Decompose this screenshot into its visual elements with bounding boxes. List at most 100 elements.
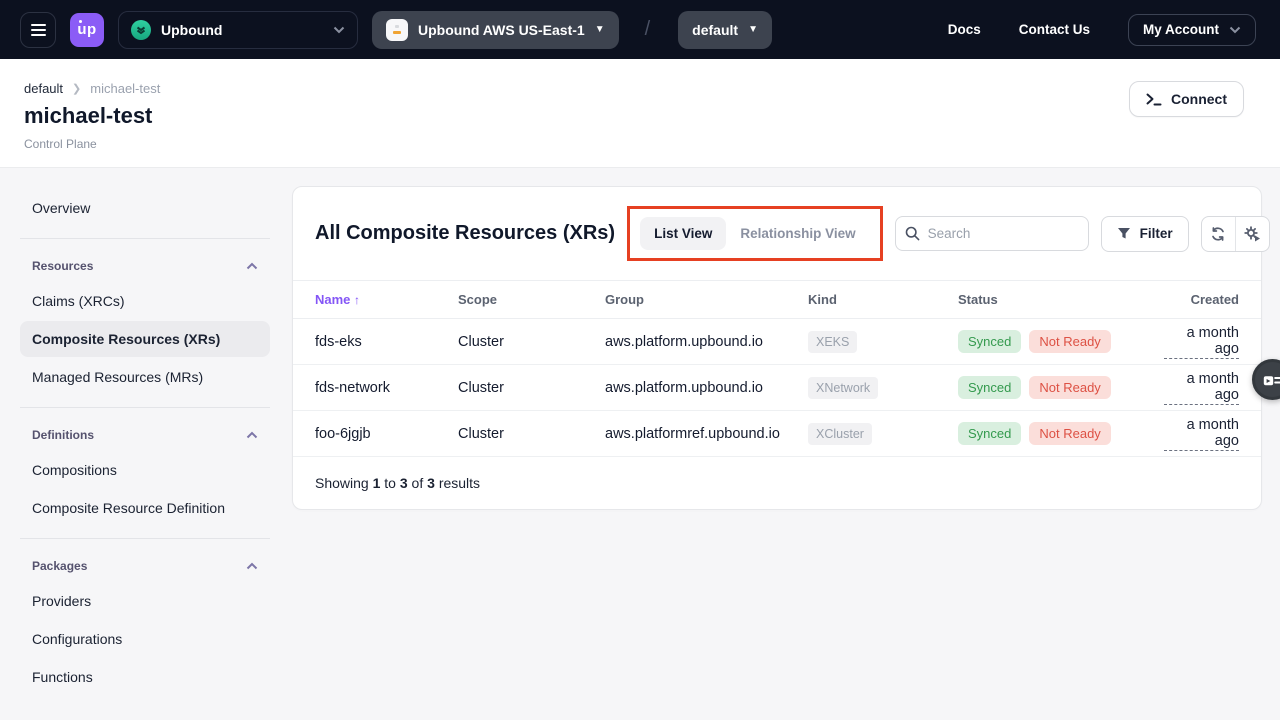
chevron-up-icon — [246, 562, 258, 570]
results-total: 3 — [427, 475, 435, 491]
chevron-up-icon — [246, 431, 258, 439]
created-timestamp[interactable]: a month ago — [1164, 371, 1239, 405]
refresh-button[interactable] — [1202, 217, 1235, 251]
content-area: Overview Resources Claims (XRCs) Composi… — [0, 168, 1280, 697]
status-badge-synced: Synced — [958, 330, 1021, 353]
upbound-logo[interactable]: up — [70, 13, 104, 47]
sidebar-item-claims[interactable]: Claims (XRCs) — [20, 283, 270, 319]
status-badge-not-ready: Not Ready — [1029, 376, 1110, 399]
navbar-right: Docs Contact Us My Account — [948, 14, 1256, 46]
list-view-tab[interactable]: List View — [640, 217, 726, 250]
sort-ascending-icon: ↑ — [354, 293, 360, 307]
sidebar-section-definitions[interactable]: Definitions — [20, 420, 270, 450]
filter-button[interactable]: Filter — [1101, 216, 1189, 252]
annotation-icon — [1263, 372, 1280, 387]
divider — [20, 407, 270, 408]
divider — [20, 538, 270, 539]
cell-name[interactable]: fds-eks — [315, 334, 458, 350]
gear-play-icon — [1244, 226, 1261, 242]
sidebar-section-resources[interactable]: Resources — [20, 251, 270, 281]
card-title: All Composite Resources (XRs) — [315, 222, 615, 245]
hamburger-menu-button[interactable] — [20, 12, 56, 48]
chevron-up-icon — [246, 262, 258, 270]
page-header: default ❯ michael-test michael-test Cont… — [0, 59, 1280, 168]
docs-link[interactable]: Docs — [948, 22, 981, 37]
breadcrumb-michael-test: michael-test — [90, 81, 160, 96]
created-timestamp[interactable]: a month ago — [1164, 417, 1239, 451]
top-navbar: up Upbound Upbound AWS US-East-1 ▼ / def… — [0, 0, 1280, 59]
composite-resources-card: All Composite Resources (XRs) List View … — [292, 186, 1262, 510]
sidebar-section-packages[interactable]: Packages — [20, 551, 270, 581]
breadcrumb-chevron-icon: ❯ — [72, 82, 81, 95]
column-header-scope[interactable]: Scope — [458, 292, 605, 307]
chevron-down-icon — [333, 26, 345, 34]
connect-label: Connect — [1171, 91, 1227, 107]
group-dropdown[interactable]: default ▼ — [678, 11, 772, 49]
logo-text: up — [77, 21, 96, 38]
status-badge-synced: Synced — [958, 422, 1021, 445]
page-subtitle: Control Plane — [24, 137, 1244, 151]
cell-scope: Cluster — [458, 426, 605, 442]
search-input[interactable] — [895, 216, 1089, 251]
hamburger-icon — [31, 24, 46, 26]
organization-avatar-icon — [131, 20, 151, 40]
refresh-icon — [1210, 226, 1226, 242]
breadcrumb-default[interactable]: default — [24, 81, 63, 96]
table-results-summary: Showing 1 to 3 of 3 results — [293, 457, 1261, 509]
sidebar-item-functions[interactable]: Functions — [20, 659, 270, 695]
my-account-dropdown[interactable]: My Account — [1128, 14, 1256, 46]
status-badge-not-ready: Not Ready — [1029, 422, 1110, 445]
table-header-row: Name ↑ Scope Group Kind Status Created — [293, 280, 1261, 319]
organization-dropdown[interactable]: Upbound — [118, 11, 358, 49]
table-row[interactable]: fds-network Cluster aws.platform.upbound… — [293, 365, 1261, 411]
control-plane-icon — [386, 19, 408, 41]
organization-name: Upbound — [161, 22, 323, 38]
sidebar-item-xrd[interactable]: Composite Resource Definition — [20, 490, 270, 526]
status-badge-synced: Synced — [958, 376, 1021, 399]
filter-funnel-icon — [1117, 227, 1131, 240]
sidebar-item-overview[interactable]: Overview — [20, 190, 270, 226]
page-title: michael-test — [24, 103, 1244, 129]
filter-label: Filter — [1140, 226, 1173, 241]
logo-dot — [79, 20, 82, 23]
divider — [20, 238, 270, 239]
navbar-left: up Upbound Upbound AWS US-East-1 ▼ / def… — [20, 11, 772, 49]
results-from: 1 — [373, 475, 381, 491]
breadcrumb: default ❯ michael-test — [24, 81, 1244, 96]
sidebar-item-providers[interactable]: Providers — [20, 583, 270, 619]
sidebar-item-managed-resources[interactable]: Managed Resources (MRs) — [20, 359, 270, 395]
search-icon — [905, 226, 920, 241]
my-account-label: My Account — [1143, 22, 1219, 37]
column-header-kind[interactable]: Kind — [808, 292, 958, 307]
table-row[interactable]: foo-6jgjb Cluster aws.platformref.upboun… — [293, 411, 1261, 457]
column-header-status[interactable]: Status — [958, 292, 1164, 307]
section-title: Packages — [32, 559, 87, 573]
caret-down-icon: ▼ — [748, 24, 758, 35]
cell-name[interactable]: foo-6jgjb — [315, 426, 458, 442]
cell-group: aws.platform.upbound.io — [605, 380, 808, 396]
chevron-down-icon — [1229, 26, 1241, 34]
sidebar-item-compositions[interactable]: Compositions — [20, 452, 270, 488]
table-row[interactable]: fds-eks Cluster aws.platform.upbound.io … — [293, 319, 1261, 365]
created-timestamp[interactable]: a month ago — [1164, 325, 1239, 359]
cell-scope: Cluster — [458, 334, 605, 350]
column-header-name[interactable]: Name ↑ — [315, 292, 458, 307]
control-plane-dropdown[interactable]: Upbound AWS US-East-1 ▼ — [372, 11, 619, 49]
status-badge-not-ready: Not Ready — [1029, 330, 1110, 353]
pipeline-run-button[interactable] — [1236, 217, 1269, 251]
sidebar-item-configurations[interactable]: Configurations — [20, 621, 270, 657]
cell-group: aws.platform.upbound.io — [605, 334, 808, 350]
control-plane-name: Upbound AWS US-East-1 — [418, 22, 585, 38]
sidebar-item-composite-resources[interactable]: Composite Resources (XRs) — [20, 321, 270, 357]
cell-name[interactable]: fds-network — [315, 380, 458, 396]
table-actions-group — [1201, 216, 1270, 252]
connect-button[interactable]: Connect — [1129, 81, 1244, 117]
relationship-view-tab[interactable]: Relationship View — [726, 217, 869, 250]
card-header: All Composite Resources (XRs) List View … — [293, 187, 1261, 280]
column-header-created[interactable]: Created — [1164, 292, 1239, 307]
search-box — [895, 216, 1089, 251]
column-header-group[interactable]: Group — [605, 292, 808, 307]
kind-badge: XCluster — [808, 423, 872, 445]
sidebar: Overview Resources Claims (XRCs) Composi… — [20, 188, 270, 697]
contact-us-link[interactable]: Contact Us — [1019, 22, 1090, 37]
